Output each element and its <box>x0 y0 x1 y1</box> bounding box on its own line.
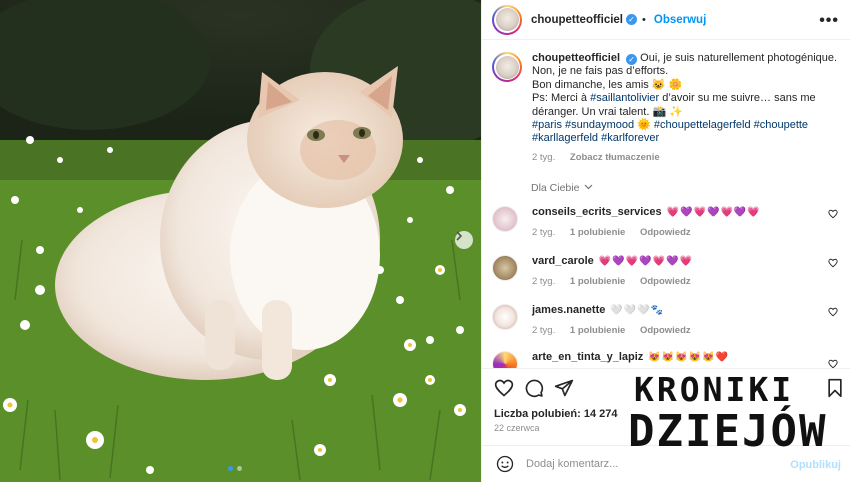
post-side-panel: choupetteofficiel ✓ • Obserwuj ••• choup… <box>481 0 850 482</box>
reply-button[interactable]: Odpowiedz <box>640 276 691 287</box>
comment-username[interactable]: conseils_ecrits_services <box>532 206 662 218</box>
comment-time: 2 tyg. <box>532 276 556 287</box>
avatar[interactable] <box>492 4 522 35</box>
comment-bubble-icon[interactable] <box>524 378 544 398</box>
comment-item: vard_carole 💗💜💗💜💗💜💗 2 tyg. 1 polubienie O… <box>492 255 844 287</box>
post-header: choupetteofficiel ✓ • Obserwuj ••• <box>482 0 850 40</box>
comment-item: james.nanette 🤍🤍🤍🐾 2 tyg. 1 polubienie Od… <box>492 304 844 336</box>
post-photo[interactable] <box>0 0 481 482</box>
carousel-dot-active <box>228 466 233 471</box>
post-caption: choupetteofficiel ✓ Oui, je suis naturel… <box>492 52 842 164</box>
more-options-icon[interactable]: ••• <box>819 12 839 30</box>
caption-username[interactable]: choupetteofficiel <box>532 52 620 64</box>
see-translation-button[interactable]: Zobacz tłumaczenie <box>570 152 660 163</box>
post-date: 22 czerwca <box>494 423 540 433</box>
carousel-dot <box>237 466 242 471</box>
comment-filter-dropdown[interactable]: Dla Ciebie <box>531 182 593 194</box>
like-comment-heart-icon[interactable] <box>828 359 838 368</box>
like-comment-heart-icon[interactable] <box>828 258 838 268</box>
verified-badge-icon: ✓ <box>626 54 638 65</box>
comment-item: conseils_ecrits_services 💗💜💗💜💗💜💗 2 tyg. 1… <box>492 206 844 238</box>
hashtags-line-1[interactable]: #paris #sundaymood 🌞 #choupettelagerfeld… <box>532 119 842 132</box>
comment-username[interactable]: james.nanette <box>532 304 605 316</box>
likes-count[interactable]: Liczba polubień: 14 274 <box>494 408 617 420</box>
add-comment-bar: Opublikuj <box>482 445 850 482</box>
like-comment-heart-icon[interactable] <box>828 209 838 219</box>
comment-text: 💗💜💗💜💗💜💗 <box>666 207 761 218</box>
comment-text: 😻😻😻😻😻❤️ <box>648 352 729 363</box>
comment-likes[interactable]: 1 polubienie <box>570 276 625 287</box>
caption-line-4-prefix: Ps: Merci à <box>532 92 591 105</box>
caption-time: 2 tyg. <box>532 151 556 163</box>
comment-time: 2 tyg. <box>532 325 556 336</box>
like-comment-heart-icon[interactable] <box>828 307 838 317</box>
comment-username[interactable]: vard_carole <box>532 255 594 267</box>
comment-username[interactable]: arte_en_tinta_y_lapiz <box>532 351 643 363</box>
comment-avatar[interactable] <box>492 206 518 232</box>
save-bookmark-icon[interactable] <box>825 378 845 398</box>
carousel-dots <box>228 466 242 471</box>
verified-badge-icon: ✓ <box>626 14 638 25</box>
caption-line-5: déranger. Un vrai talent. 📸 ✨ <box>532 105 683 118</box>
cat-photo-illustration <box>0 0 481 482</box>
like-heart-icon[interactable] <box>494 378 514 398</box>
reply-button[interactable]: Odpowiedz <box>640 227 691 238</box>
caption-line-3: Bon dimanche, les amis 😺 🌼 <box>532 78 683 91</box>
caption-line-4-suffix: d’avoir su me suivre… sans me <box>659 92 816 105</box>
chevron-right-icon <box>456 231 463 241</box>
comment-avatar[interactable] <box>492 255 518 281</box>
comment-likes[interactable]: 1 polubienie <box>570 325 625 336</box>
separator-dot: • <box>642 13 646 26</box>
emoji-picker-icon[interactable] <box>496 455 514 473</box>
comment-likes[interactable]: 1 polubienie <box>570 227 625 238</box>
follow-button[interactable]: Obserwuj <box>654 14 706 26</box>
comment-time: 2 tyg. <box>532 227 556 238</box>
reply-button[interactable]: Odpowiedz <box>640 325 691 336</box>
next-photo-button[interactable] <box>455 231 473 249</box>
comment-item: arte_en_tinta_y_lapiz 😻😻😻😻😻❤️ <box>492 351 844 368</box>
share-send-icon[interactable] <box>554 378 574 398</box>
hashtags-line-2[interactable]: #karllagerfeld #karlforever <box>532 132 842 145</box>
publish-button[interactable]: Opublikuj <box>790 459 841 471</box>
comment-text: 🤍🤍🤍🐾 <box>610 305 665 316</box>
comment-input[interactable] <box>526 458 781 470</box>
mention-link[interactable]: #saillantolivier <box>590 92 659 104</box>
caption-line-2: Non, je ne fais pas d’efforts. <box>532 65 669 78</box>
comment-filter-label: Dla Ciebie <box>531 182 580 194</box>
post-actions-bar <box>482 368 850 406</box>
comment-avatar[interactable] <box>492 351 518 368</box>
comment-avatar[interactable] <box>492 304 518 330</box>
header-username[interactable]: choupetteofficiel <box>531 14 623 26</box>
caption-avatar[interactable] <box>492 52 522 82</box>
comment-text: 💗💜💗💜💗💜💗 <box>598 256 693 267</box>
caption-line-1: Oui, je suis naturellement photogénique. <box>640 52 838 64</box>
chevron-down-icon <box>584 184 593 190</box>
